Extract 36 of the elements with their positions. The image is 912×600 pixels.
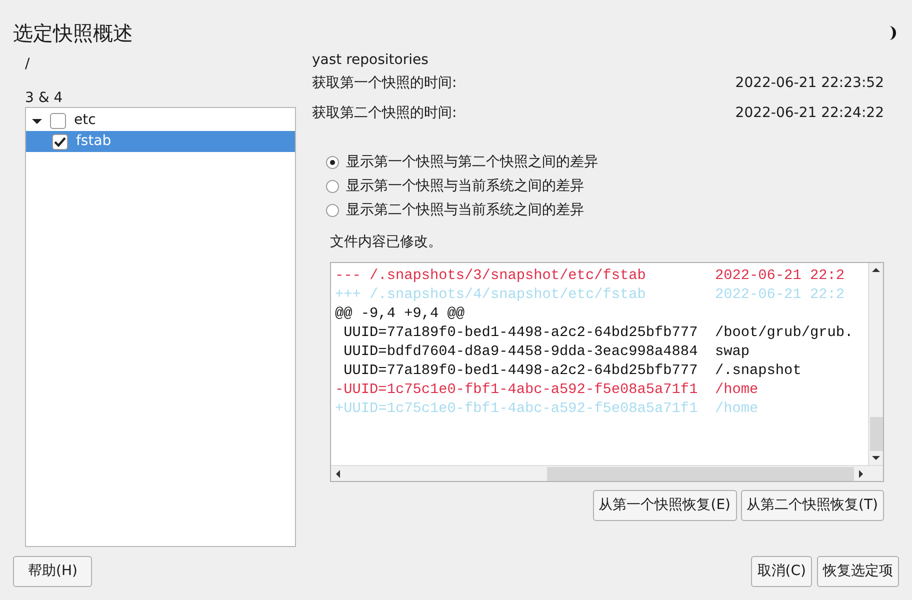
scrollbar-thumb[interactable] <box>547 466 854 480</box>
vertical-scrollbar[interactable] <box>868 263 883 465</box>
tree-item[interactable]: etc <box>26 110 295 131</box>
diff-line: +UUID=1c75c1e0-fbf1-4abc-a592-f5e08a5a71f1 /home <box>335 400 760 419</box>
restore-button[interactable]: 从第二个快照恢复(T) <box>740 490 884 521</box>
radio-label[interactable]: 显示第二个快照与当前系统之间的差异 <box>346 200 584 220</box>
diff-line: UUID=bdfd7604-d8a9-4458-9dda-3eac998a4884 swap <box>342 343 751 362</box>
snapshot-numbers-label: 3 & 4 <box>25 89 64 104</box>
restore-button[interactable]: 从第一个快照恢复(E) <box>592 490 737 521</box>
radio-button[interactable] <box>326 180 339 192</box>
help-button[interactable]: 帮助(H) <box>13 556 92 587</box>
path-label: / <box>25 55 31 72</box>
horizontal-scrollbar[interactable] <box>331 466 868 481</box>
snapshot-description: yast repositories <box>312 51 430 68</box>
info-label: 获取第二个快照的时间: <box>312 104 457 122</box>
restore-selected-button[interactable]: 恢复选定项 <box>817 556 899 587</box>
radio-label[interactable]: 显示第一个快照与当前系统之间的差异 <box>346 176 584 196</box>
diff-line: UUID=77a189f0-bed1-4498-a2c2-64bd25bfb777 /.snapshot <box>342 362 802 381</box>
diff-line: --- /.snapshots/3/snapshot/etc/fstab 2022-06-21 22:2 <box>335 267 846 286</box>
info-value: 2022-06-21 22:24:22 <box>735 104 884 122</box>
radio-button[interactable] <box>326 156 339 168</box>
diff-line: @@ -9,4 +9,4 @@ <box>335 305 466 324</box>
window-title: 选定快照概述 <box>13 20 133 47</box>
scrollbar-thumb[interactable] <box>870 417 882 451</box>
radio-button[interactable] <box>326 204 339 216</box>
cancel-button[interactable]: 取消(C) <box>751 556 812 587</box>
status-message: 文件内容已修改。 <box>329 233 443 252</box>
diff-line: -UUID=1c75c1e0-fbf1-4abc-a592-f5e08a5a71f1 /home <box>335 381 760 400</box>
diff-line: +++ /.snapshots/4/snapshot/etc/fstab 2022-06-21 22:2 <box>335 286 846 305</box>
scrollbar-corner <box>868 466 883 481</box>
radio-label[interactable]: 显示第一个快照与第二个快照之间的差异 <box>346 152 598 172</box>
info-value: 2022-06-21 22:23:52 <box>735 74 884 92</box>
diff-line: UUID=77a189f0-bed1-4498-a2c2-64bd25bfb777 /boot/grub/grub. <box>342 324 854 343</box>
checkbox[interactable] <box>52 134 68 150</box>
checkbox[interactable] <box>50 112 66 128</box>
info-label: 获取第一个快照的时间: <box>312 74 457 92</box>
